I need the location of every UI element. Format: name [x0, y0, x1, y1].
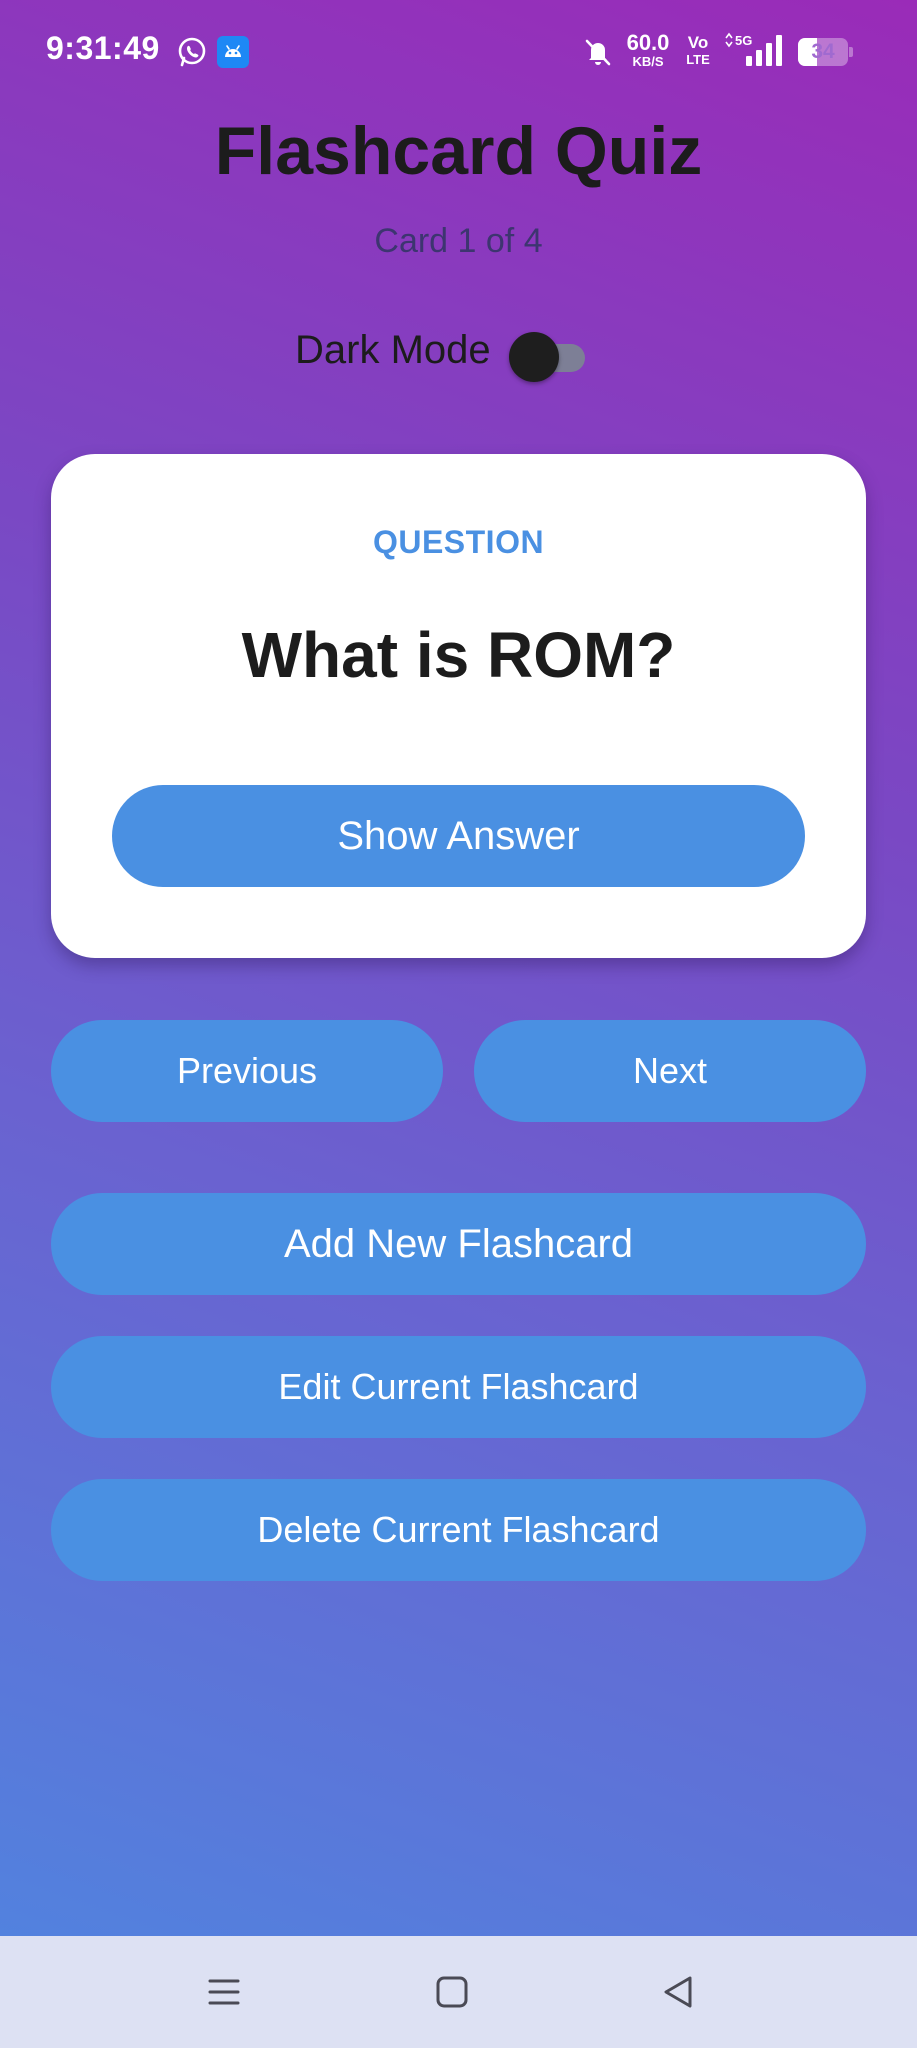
menu-icon[interactable] [202, 1970, 246, 2014]
signal-icon: 5G [725, 32, 782, 66]
volte-top: Vo [687, 33, 709, 52]
toggle-thumb [509, 332, 559, 382]
network-speed-value: 60.0 [626, 30, 670, 55]
dark-mode-toggle[interactable] [509, 332, 589, 382]
battery-icon: 34 [798, 38, 854, 66]
card-progress: Card 1 of 4 [374, 222, 543, 260]
network-type: 5G [735, 33, 752, 48]
edit-flashcard-button[interactable]: Edit Current Flashcard [51, 1336, 866, 1438]
add-flashcard-button[interactable]: Add New Flashcard [51, 1193, 866, 1295]
mute-icon [585, 39, 611, 66]
previous-button[interactable]: Previous [51, 1020, 443, 1122]
card-question: What is ROM? [241, 619, 676, 691]
network-speed: 60.0 KB/S [622, 30, 674, 69]
back-icon[interactable] [656, 1970, 700, 2014]
volte-indicator: Vo LTE [682, 34, 714, 66]
next-button[interactable]: Next [474, 1020, 866, 1122]
home-icon[interactable] [430, 1970, 474, 2014]
card-side-label: QUESTION [372, 524, 545, 560]
network-speed-unit: KB/S [632, 54, 664, 69]
volte-bottom: LTE [686, 52, 710, 67]
status-time: 9:31:49 [46, 30, 160, 66]
whatsapp-icon [178, 37, 206, 67]
dark-mode-label: Dark Mode [295, 328, 491, 372]
status-bar: 9:31:49 60.0 KB/S Vo LTE 5G 34 [0, 0, 917, 105]
battery-level: 34 [811, 40, 835, 63]
show-answer-button[interactable]: Show Answer [112, 785, 805, 887]
android-app-icon [217, 36, 249, 68]
page-title: Flashcard Quiz [214, 113, 703, 189]
flashcard: QUESTION What is ROM? Show Answer [51, 454, 866, 958]
system-nav-bar [0, 1936, 917, 2048]
delete-flashcard-button[interactable]: Delete Current Flashcard [51, 1479, 866, 1581]
